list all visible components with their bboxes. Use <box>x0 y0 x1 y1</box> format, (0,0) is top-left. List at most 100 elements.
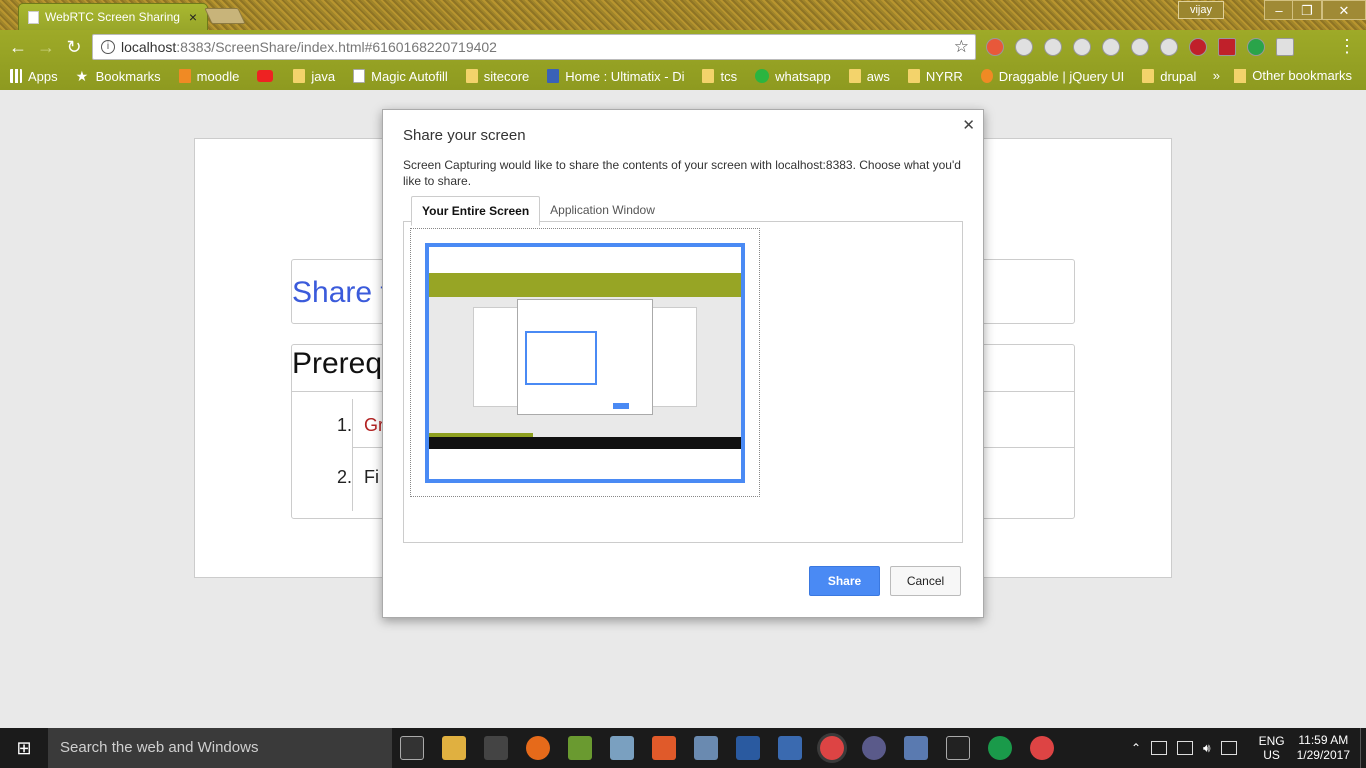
chrome-icon[interactable] <box>820 736 844 760</box>
bookmark-nyrr[interactable]: NYRR <box>907 69 963 84</box>
folder-icon <box>1142 69 1155 83</box>
address-bar[interactable]: i localhost:8383/ScreenShare/index.html#… <box>92 34 976 60</box>
info-icon[interactable]: i <box>101 40 115 54</box>
dialog-description: Screen Capturing would like to share the… <box>403 158 961 188</box>
word-icon[interactable] <box>736 736 760 760</box>
screen-thumbnail[interactable] <box>425 243 745 483</box>
display-icon[interactable] <box>1177 741 1194 755</box>
extension-icon[interactable] <box>1160 38 1178 56</box>
extension-icon[interactable] <box>1015 38 1033 56</box>
extension-icon[interactable] <box>1189 38 1207 56</box>
bookmark-star-icon[interactable]: ☆ <box>954 35 969 59</box>
maximize-button[interactable]: ❐ <box>1292 0 1322 20</box>
tab-title: WebRTC Screen Sharing <box>45 10 180 24</box>
bookmark-ultimatix[interactable]: Home : Ultimatix - Di <box>547 69 684 84</box>
forward-icon[interactable]: → <box>34 36 58 58</box>
bookmark-draggable[interactable]: Draggable | jQuery UI <box>980 69 1124 84</box>
new-tab-button[interactable] <box>204 8 246 24</box>
tab-entire-screen[interactable]: Your Entire Screen <box>411 196 541 226</box>
page-icon <box>28 11 39 24</box>
dialog-title: Share your screen <box>403 127 526 144</box>
close-icon[interactable]: ✕ <box>962 116 975 134</box>
browser-toolbar: ← → ↻ i localhost:8383/ScreenShare/index… <box>0 30 1366 90</box>
taskbar-search-input[interactable]: Search the web and Windows <box>48 728 392 768</box>
file-explorer-icon[interactable] <box>442 736 466 760</box>
cast-extension-icon[interactable] <box>1276 38 1294 56</box>
extension-icon[interactable] <box>1102 38 1120 56</box>
profile-button[interactable]: vijay <box>1178 1 1224 19</box>
bookmarks-bar: Apps ★ Bookmarks moodle java Magic Autofi… <box>0 64 1366 88</box>
hangouts-extension-icon[interactable] <box>1247 38 1265 56</box>
clock-time: 11:59 AM <box>1298 733 1349 747</box>
app-icon[interactable] <box>904 736 928 760</box>
browser-tab[interactable]: WebRTC Screen Sharing × <box>18 3 208 30</box>
url-host: localhost <box>121 39 177 55</box>
cors-extension-icon[interactable] <box>1218 38 1236 56</box>
close-window-button[interactable]: ✕ <box>1322 0 1366 20</box>
extension-icon[interactable] <box>1131 38 1149 56</box>
bookmark-aws[interactable]: aws <box>848 69 890 84</box>
app-icon[interactable] <box>862 736 886 760</box>
youtube-icon <box>257 70 274 82</box>
back-icon[interactable]: ← <box>6 36 30 58</box>
bookmark-bookmarks[interactable]: ★ Bookmarks <box>76 69 161 84</box>
thumbnail-button <box>613 403 629 409</box>
volume-icon[interactable]: 🔊︎ <box>1203 741 1211 756</box>
bookmarks-overflow-button[interactable]: » <box>1213 68 1220 83</box>
extension-icon[interactable] <box>1073 38 1091 56</box>
show-desktop-button[interactable] <box>1360 728 1366 768</box>
bookmark-apps[interactable]: Apps <box>10 69 58 84</box>
jquery-icon <box>980 69 993 83</box>
store-icon[interactable] <box>484 736 508 760</box>
bookmark-sitecore[interactable]: sitecore <box>465 69 529 84</box>
bookmark-magic-autofill[interactable]: Magic Autofill <box>353 69 448 84</box>
apps-icon <box>10 69 22 83</box>
star-icon: ★ <box>75 68 89 84</box>
chrome-icon[interactable] <box>1030 736 1054 760</box>
thumbnail-inner-preview <box>525 331 597 385</box>
clock[interactable]: 11:59 AM 1/29/2017 <box>1297 733 1350 763</box>
list-item-link[interactable]: Gr <box>364 415 384 435</box>
notepad-plus-icon[interactable] <box>568 736 592 760</box>
extension-icon[interactable] <box>986 38 1004 56</box>
clock-date: 1/29/2017 <box>1296 748 1350 762</box>
app-icon[interactable] <box>652 736 676 760</box>
folder-icon <box>293 69 306 83</box>
notifications-icon[interactable] <box>1220 741 1237 755</box>
folder-icon <box>1234 68 1247 83</box>
menu-icon[interactable]: ⋮ <box>1338 36 1356 57</box>
hangouts-icon[interactable] <box>988 736 1012 760</box>
chevron-up-icon[interactable]: ⌃ <box>1131 741 1141 755</box>
extension-icon[interactable] <box>1044 38 1062 56</box>
bookmark-java[interactable]: java <box>257 69 335 84</box>
remote-desktop-icon[interactable] <box>694 736 718 760</box>
virtualbox-icon[interactable] <box>610 736 634 760</box>
screen-option[interactable] <box>410 228 760 497</box>
list-item: 1. Gr <box>336 415 384 435</box>
minimize-button[interactable]: – <box>1264 0 1294 20</box>
reload-icon[interactable]: ↻ <box>62 36 86 58</box>
firefox-icon[interactable] <box>526 736 550 760</box>
close-tab-icon[interactable]: × <box>189 9 197 25</box>
other-bookmarks[interactable]: Other bookmarks <box>1234 68 1352 83</box>
cmd-icon[interactable] <box>946 736 970 760</box>
language-indicator[interactable]: ENG US <box>1259 734 1285 762</box>
bookmark-drupal[interactable]: drupal <box>1142 69 1196 84</box>
share-button[interactable]: Share <box>809 566 880 596</box>
cancel-button[interactable]: Cancel <box>890 566 961 596</box>
network-icon[interactable] <box>1151 741 1168 755</box>
taskbar-apps <box>400 736 1054 760</box>
whatsapp-icon <box>755 69 770 83</box>
thumbnail-taskbar <box>429 437 741 449</box>
bookmark-moodle[interactable]: moodle <box>178 69 239 84</box>
windows-start-icon[interactable]: ⊞ <box>0 728 48 768</box>
browser-titlebar: WebRTC Screen Sharing × vijay – ❐ ✕ <box>0 0 1366 30</box>
thumbnail-toolbar <box>429 273 741 297</box>
system-tray: ⌃ 🔊︎ ENG US 11:59 AM 1/29/2017 <box>1131 728 1366 768</box>
bookmark-whatsapp[interactable]: whatsapp <box>755 69 831 84</box>
folder-icon <box>465 69 478 83</box>
task-view-icon[interactable] <box>400 736 424 760</box>
app-icon[interactable] <box>778 736 802 760</box>
share-screen-dialog: Share your screen ✕ Screen Capturing wou… <box>382 109 984 618</box>
bookmark-tcs[interactable]: tcs <box>702 69 737 84</box>
